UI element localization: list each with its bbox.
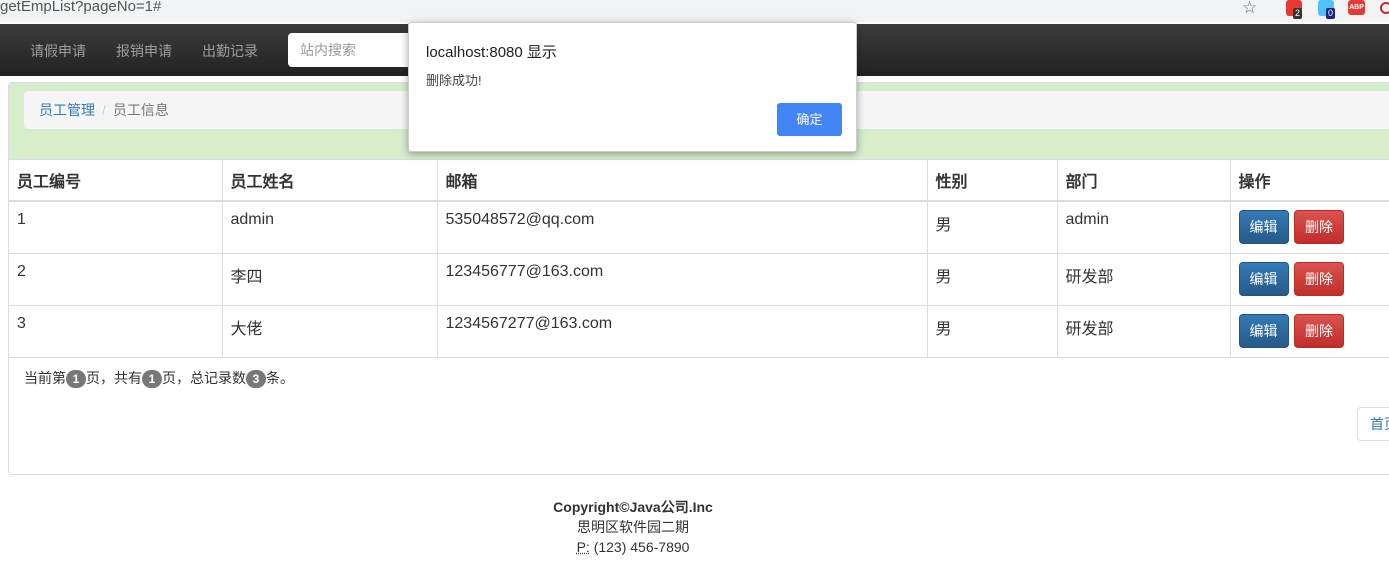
cell-gender: 男 — [927, 253, 1058, 306]
cell-gender: 男 — [927, 200, 1058, 254]
dialog-title: localhost:8080 显示 — [426, 44, 557, 61]
delete-button[interactable]: 删除 — [1293, 314, 1344, 348]
cell-department: 研发部 — [1057, 305, 1231, 358]
delete-button[interactable]: 删除 — [1293, 210, 1344, 244]
cell-id: 1 — [9, 200, 223, 254]
edit-button[interactable]: 编辑 — [1238, 210, 1289, 244]
cell-email: 1234567277@163.com — [437, 305, 928, 358]
pagination-info: 当前第 1 页，共有 1 页，总记录数 3 条。 — [24, 368, 294, 388]
extension-icon[interactable] — [1380, 2, 1389, 14]
column-header-actions: 操作 — [1230, 159, 1389, 202]
adblock-icon[interactable]: ABP — [1348, 0, 1365, 15]
column-header-id: 员工编号 — [9, 159, 223, 202]
employee-table: 员工编号 员工姓名 邮箱 性别 部门 操作 1 admin 535048572@… — [9, 159, 1389, 358]
cell-id: 2 — [9, 253, 223, 306]
cell-name: admin — [222, 200, 438, 254]
column-header-name: 员工姓名 — [222, 159, 438, 202]
extension-badge: 0 — [1326, 8, 1336, 19]
pagination-text: 条。 — [266, 370, 294, 386]
address-bar[interactable]: getEmpList?pageNo=1# — [0, 0, 161, 15]
extension-badge: 2 — [1293, 8, 1303, 19]
cell-id: 3 — [9, 305, 223, 358]
table-row: 3 大佬 1234567277@163.com 男 研发部 编辑 删除 — [9, 305, 1389, 358]
cell-actions: 编辑 删除 — [1230, 200, 1389, 254]
bookmark-star-icon[interactable]: ☆ — [1242, 0, 1257, 18]
total-records-badge: 3 — [246, 370, 266, 388]
breadcrumb-current: 员工信息 — [112, 102, 169, 118]
cell-department: admin — [1057, 200, 1231, 254]
total-pages-badge: 1 — [142, 370, 162, 388]
page-footer: Copyright©Java公司.Inc 思明区软件园二期 P: (123) 4… — [0, 497, 1266, 557]
cell-name: 大佬 — [222, 305, 438, 358]
breadcrumb-link-employee-management[interactable]: 员工管理 — [39, 102, 95, 118]
search-input[interactable]: 站内搜索 — [288, 33, 428, 67]
footer-copyright: Copyright©Java公司.Inc — [553, 499, 713, 515]
footer-phone: (123) 456-7890 — [593, 539, 690, 555]
column-header-email: 邮箱 — [437, 159, 928, 202]
nav-item-leave[interactable]: 请假申请 — [30, 41, 86, 61]
nav-item-attendance[interactable]: 出勤记录 — [202, 41, 258, 61]
cell-name: 李四 — [222, 253, 438, 306]
first-page-link[interactable]: 首页 — [1357, 407, 1389, 441]
cell-gender: 男 — [927, 305, 1058, 358]
cell-email: 535048572@qq.com — [437, 200, 928, 254]
footer-phone-label: P: — [576, 539, 590, 555]
cell-department: 研发部 — [1057, 253, 1231, 306]
pagination-text: 页，共有 — [86, 370, 142, 386]
edit-button[interactable]: 编辑 — [1238, 314, 1289, 348]
delete-button[interactable]: 删除 — [1293, 262, 1344, 296]
dialog-ok-button[interactable]: 确定 — [777, 103, 842, 136]
dialog-message: 删除成功! — [426, 73, 482, 88]
cell-email: 123456777@163.com — [437, 253, 928, 306]
alert-dialog: localhost:8080 显示 删除成功! 确定 — [408, 22, 857, 152]
edit-button[interactable]: 编辑 — [1238, 262, 1289, 296]
table-header-row: 员工编号 员工姓名 邮箱 性别 部门 操作 — [9, 159, 1389, 202]
current-page-badge: 1 — [66, 370, 86, 388]
table-row: 2 李四 123456777@163.com 男 研发部 编辑 删除 — [9, 253, 1389, 306]
column-header-gender: 性别 — [927, 159, 1058, 202]
nav-item-expense[interactable]: 报销申请 — [116, 41, 172, 61]
cell-actions: 编辑 删除 — [1230, 305, 1389, 358]
pagination-text: 当前第 — [24, 370, 66, 386]
footer-phone-line: P: (123) 456-7890 — [0, 537, 1266, 557]
pagination-text: 页，总记录数 — [162, 370, 246, 386]
table-row: 1 admin 535048572@qq.com 男 admin 编辑 删除 — [9, 200, 1389, 254]
cell-actions: 编辑 删除 — [1230, 253, 1389, 306]
column-header-department: 部门 — [1057, 159, 1231, 202]
breadcrumb-separator: / — [102, 102, 106, 118]
footer-address: 思明区软件园二期 — [577, 519, 689, 535]
browser-toolbar: getEmpList?pageNo=1# ☆ 2 0 ABP — [0, 0, 1389, 22]
